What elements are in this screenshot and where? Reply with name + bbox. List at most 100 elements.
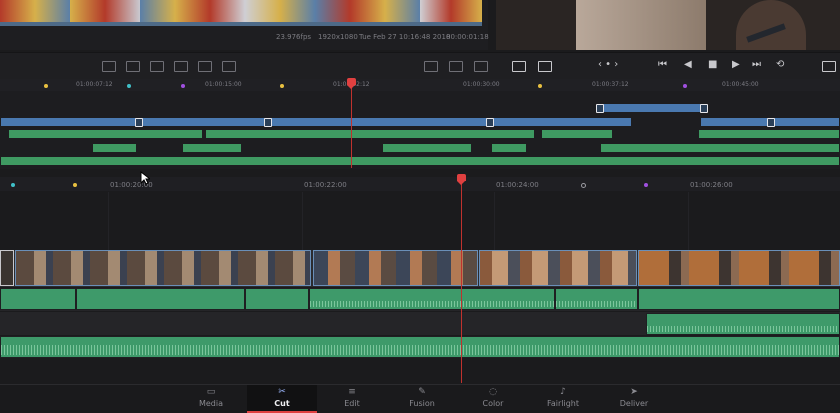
ripple-overwrite-icon[interactable]	[150, 61, 164, 72]
append-icon[interactable]	[126, 61, 140, 72]
clip-marker[interactable]	[73, 183, 77, 187]
clip-view-icon[interactable]	[424, 61, 438, 72]
fps-label: 23.976fps	[276, 33, 312, 41]
grid-line	[108, 192, 109, 250]
settings-sliders-icon[interactable]	[538, 61, 552, 72]
timecode-label: 01:00:26:00	[690, 181, 733, 189]
audio-clip[interactable]	[309, 288, 555, 310]
clip-marker[interactable]	[644, 183, 648, 187]
page-tab-fusion[interactable]: ✎ Fusion	[387, 385, 457, 413]
play-menu-icon[interactable]	[512, 61, 526, 72]
play-icon[interactable]: ▶	[732, 59, 740, 70]
playhead-line	[461, 181, 462, 383]
video-clip[interactable]	[0, 117, 632, 127]
page-tab-color[interactable]: ◌ Color	[458, 385, 528, 413]
upper-playhead[interactable]	[347, 78, 356, 89]
clip-marker[interactable]	[11, 183, 15, 187]
reverse-icon[interactable]: ◀	[684, 59, 692, 70]
audio-track-1[interactable]	[0, 288, 840, 311]
clip-metadata-row: 23.976fps 1920x1080 Tue Feb 27 10:16:48 …	[0, 31, 489, 45]
audio-clip[interactable]	[638, 288, 840, 310]
keyframe-marker[interactable]	[486, 118, 494, 127]
audio-clip[interactable]	[555, 288, 638, 310]
keyframe-marker[interactable]	[596, 104, 604, 113]
clip-marker[interactable]	[581, 183, 586, 188]
timecode-label: 01:00:15:00	[205, 81, 242, 88]
audio-clip[interactable]	[0, 288, 76, 310]
video-clip[interactable]	[638, 250, 840, 286]
upper-timeline-ruler[interactable]: 01:00:07:12 01:00:15:00 01:00:22:12 01:0…	[0, 79, 840, 91]
keyframe-marker[interactable]	[135, 118, 143, 127]
source-overwrite-icon[interactable]	[222, 61, 236, 72]
page-tab-media[interactable]: ▭ Media	[176, 385, 246, 413]
page-tab-label: Color	[482, 399, 504, 408]
timecode-label: 01:00:24:00	[496, 181, 539, 189]
keyframe-marker[interactable]	[264, 118, 272, 127]
stop-icon[interactable]: ■	[708, 59, 717, 70]
keyframe-marker[interactable]	[767, 118, 775, 127]
audio-clip[interactable]	[0, 156, 840, 166]
resolution-label: 1920x1080	[318, 33, 358, 41]
page-tab-deliver[interactable]: ➤ Deliver	[599, 385, 669, 413]
viewer-image[interactable]	[496, 0, 840, 50]
audio-view-icon[interactable]	[474, 61, 488, 72]
audio-clip[interactable]	[205, 129, 535, 139]
mouse-cursor-icon	[140, 171, 150, 185]
audio-clip[interactable]	[600, 143, 840, 153]
video-clip[interactable]	[0, 250, 14, 286]
video-clip[interactable]	[313, 250, 478, 286]
playhead[interactable]	[457, 174, 466, 185]
color-page-icon: ◌	[489, 387, 497, 397]
image-view-icon[interactable]	[449, 61, 463, 72]
audio-clip[interactable]	[382, 143, 472, 153]
go-to-last-frame-icon[interactable]: ⏭	[752, 59, 761, 70]
audio-clip[interactable]	[698, 129, 840, 139]
audio-clip[interactable]	[182, 143, 242, 153]
audio-clip[interactable]	[76, 288, 245, 310]
audio-clip[interactable]	[245, 288, 309, 310]
jog-nav-icon[interactable]: ‹ • ›	[598, 59, 618, 70]
page-tab-fairlight[interactable]: ♪ Fairlight	[528, 385, 598, 413]
filmstrip-thumbnails[interactable]	[0, 0, 482, 26]
audio-track-2[interactable]	[0, 312, 840, 335]
audio-clip[interactable]	[8, 129, 203, 139]
keyframe-marker[interactable]	[700, 104, 708, 113]
go-to-first-frame-icon[interactable]: ⏮	[658, 59, 667, 70]
audio-clip[interactable]	[491, 143, 527, 153]
clip-marker[interactable]	[127, 84, 131, 88]
page-tab-label: Fusion	[409, 399, 435, 408]
video-track[interactable]	[0, 250, 840, 287]
loop-icon[interactable]: ⟲	[776, 59, 784, 70]
timeline-ruler[interactable]: 01:00:20:00 01:00:22:00 01:00:24:00 01:0…	[0, 177, 840, 191]
options-icon[interactable]	[822, 61, 836, 72]
video-clip[interactable]	[596, 103, 708, 113]
cut-page-icon: ✂	[278, 387, 286, 397]
fairlight-page-icon: ♪	[560, 387, 566, 397]
clip-marker[interactable]	[538, 84, 542, 88]
audio-clip[interactable]	[92, 143, 137, 153]
video-clip[interactable]	[15, 250, 311, 286]
place-on-top-icon[interactable]	[198, 61, 212, 72]
fusion-page-icon: ✎	[418, 387, 426, 397]
page-tab-cut[interactable]: ✂ Cut	[247, 385, 317, 413]
timeline-toolbar: ‹ • › ⏮ ◀ ■ ▶ ⏭ ⟲	[0, 52, 840, 79]
clip-marker[interactable]	[181, 84, 185, 88]
clip-marker[interactable]	[44, 84, 48, 88]
page-tab-edit[interactable]: ≡ Edit	[317, 385, 387, 413]
edit-page-icon: ≡	[348, 387, 356, 397]
audio-clip[interactable]	[646, 313, 840, 335]
timecode-label: 01:00:45:00	[722, 81, 759, 88]
audio-clip[interactable]	[541, 129, 613, 139]
timecode-label: 01:00:37:12	[592, 81, 629, 88]
smart-insert-icon[interactable]	[102, 61, 116, 72]
media-pool-panel: 23.976fps 1920x1080 Tue Feb 27 10:16:48 …	[0, 0, 489, 50]
grid-line	[688, 192, 689, 250]
audio-clip[interactable]	[0, 336, 840, 358]
clip-marker[interactable]	[280, 84, 284, 88]
close-up-icon[interactable]	[174, 61, 188, 72]
audio-track-3[interactable]	[0, 336, 840, 358]
timecode-label: 01:00:22:00	[304, 181, 347, 189]
page-tab-label: Fairlight	[546, 399, 579, 408]
video-clip[interactable]	[479, 250, 637, 286]
clip-marker[interactable]	[683, 84, 687, 88]
